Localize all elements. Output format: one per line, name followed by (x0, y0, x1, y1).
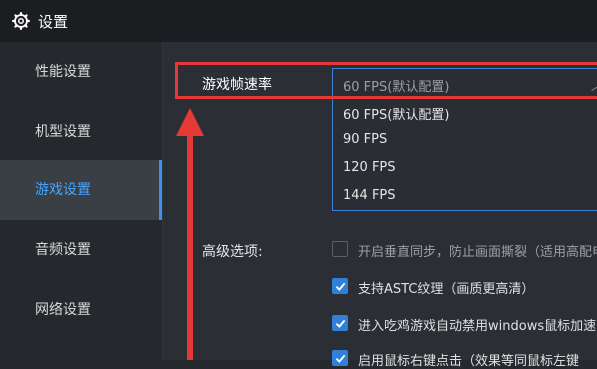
astc-checkbox[interactable] (332, 278, 348, 294)
vsync-checkbox[interactable] (332, 241, 348, 257)
fps-option-120[interactable]: 120 FPS (343, 160, 396, 175)
fps-option-144[interactable]: 144 FPS (343, 188, 396, 203)
right-click-checkbox[interactable] (332, 350, 348, 366)
sidebar-item-device-model[interactable]: 机型设置 (0, 102, 162, 162)
annotation-highlight-box (175, 62, 597, 99)
settings-sidebar: 性能设置 机型设置 游戏设置 音频设置 网络设置 (0, 42, 163, 360)
fps-option-60[interactable]: 60 FPS(默认配置) (343, 104, 449, 123)
gear-icon (12, 12, 30, 30)
check-icon (335, 319, 346, 328)
fps-dropdown: 60 FPS(默认配置) 90 FPS 120 FPS 144 FPS (332, 99, 597, 211)
mouse-accel-option-label: 进入吃鸡游戏自动禁用windows鼠标加速，射 (358, 319, 597, 334)
sidebar-item-network[interactable]: 网络设置 (0, 280, 162, 340)
sidebar-item-audio[interactable]: 音频设置 (0, 220, 162, 280)
check-icon (335, 282, 346, 291)
sidebar-item-game[interactable]: 游戏设置 (0, 160, 162, 220)
astc-option-label: 支持ASTC纹理（画质更高清） (358, 282, 535, 297)
advanced-options-label: 高级选项: (202, 244, 263, 260)
window-title: 设置 (38, 13, 69, 31)
mouse-accel-checkbox[interactable] (332, 315, 348, 331)
check-icon (335, 354, 346, 363)
title-bar: 设置 (0, 0, 597, 42)
fps-option-90[interactable]: 90 FPS (343, 132, 387, 147)
sidebar-item-performance[interactable]: 性能设置 (0, 42, 162, 102)
annotation-arrow (176, 108, 204, 360)
vsync-option-label: 开启垂直同步，防止画面撕裂（适用高配电脑 (358, 245, 597, 260)
